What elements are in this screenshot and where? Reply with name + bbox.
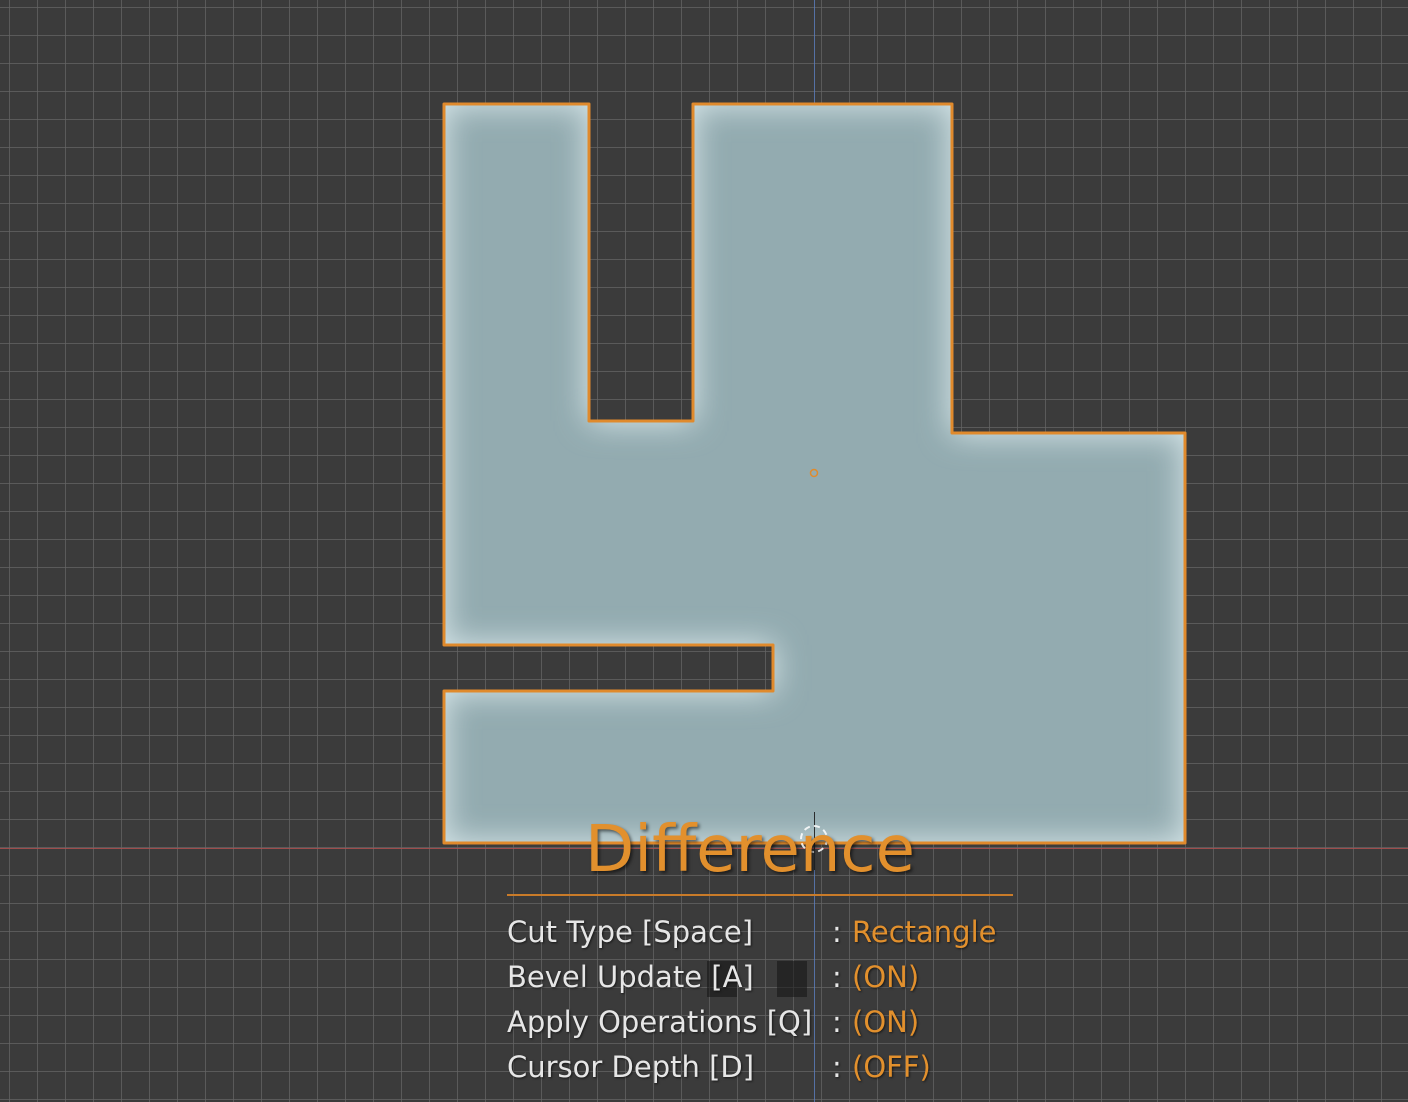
apply-operations-separator: : [832,1005,842,1039]
bevel-update-separator: : [832,960,842,994]
bevel-update-label: Bevel Update [A] [507,960,754,994]
bevel-update-value: (ON) [852,960,920,994]
mesh-face[interactable] [444,104,1185,843]
cut-type-value: Rectangle [852,915,997,949]
cursor-depth-value: (OFF) [852,1050,931,1084]
cursor-depth-label: Cursor Depth [D] [507,1050,755,1084]
key-highlight-box-blank [777,961,807,997]
apply-operations-value: (ON) [852,1005,920,1039]
3d-viewport[interactable]: Difference Cut Type [Space] : Rectangle … [0,0,1408,1102]
cut-type-separator: : [832,915,842,949]
cut-type-label: Cut Type [Space] [507,915,754,949]
apply-operations-label: Apply Operations [Q] [507,1005,813,1039]
operation-title: Difference [585,813,915,887]
cursor-depth-separator: : [832,1050,842,1084]
hud-divider [507,894,1013,896]
